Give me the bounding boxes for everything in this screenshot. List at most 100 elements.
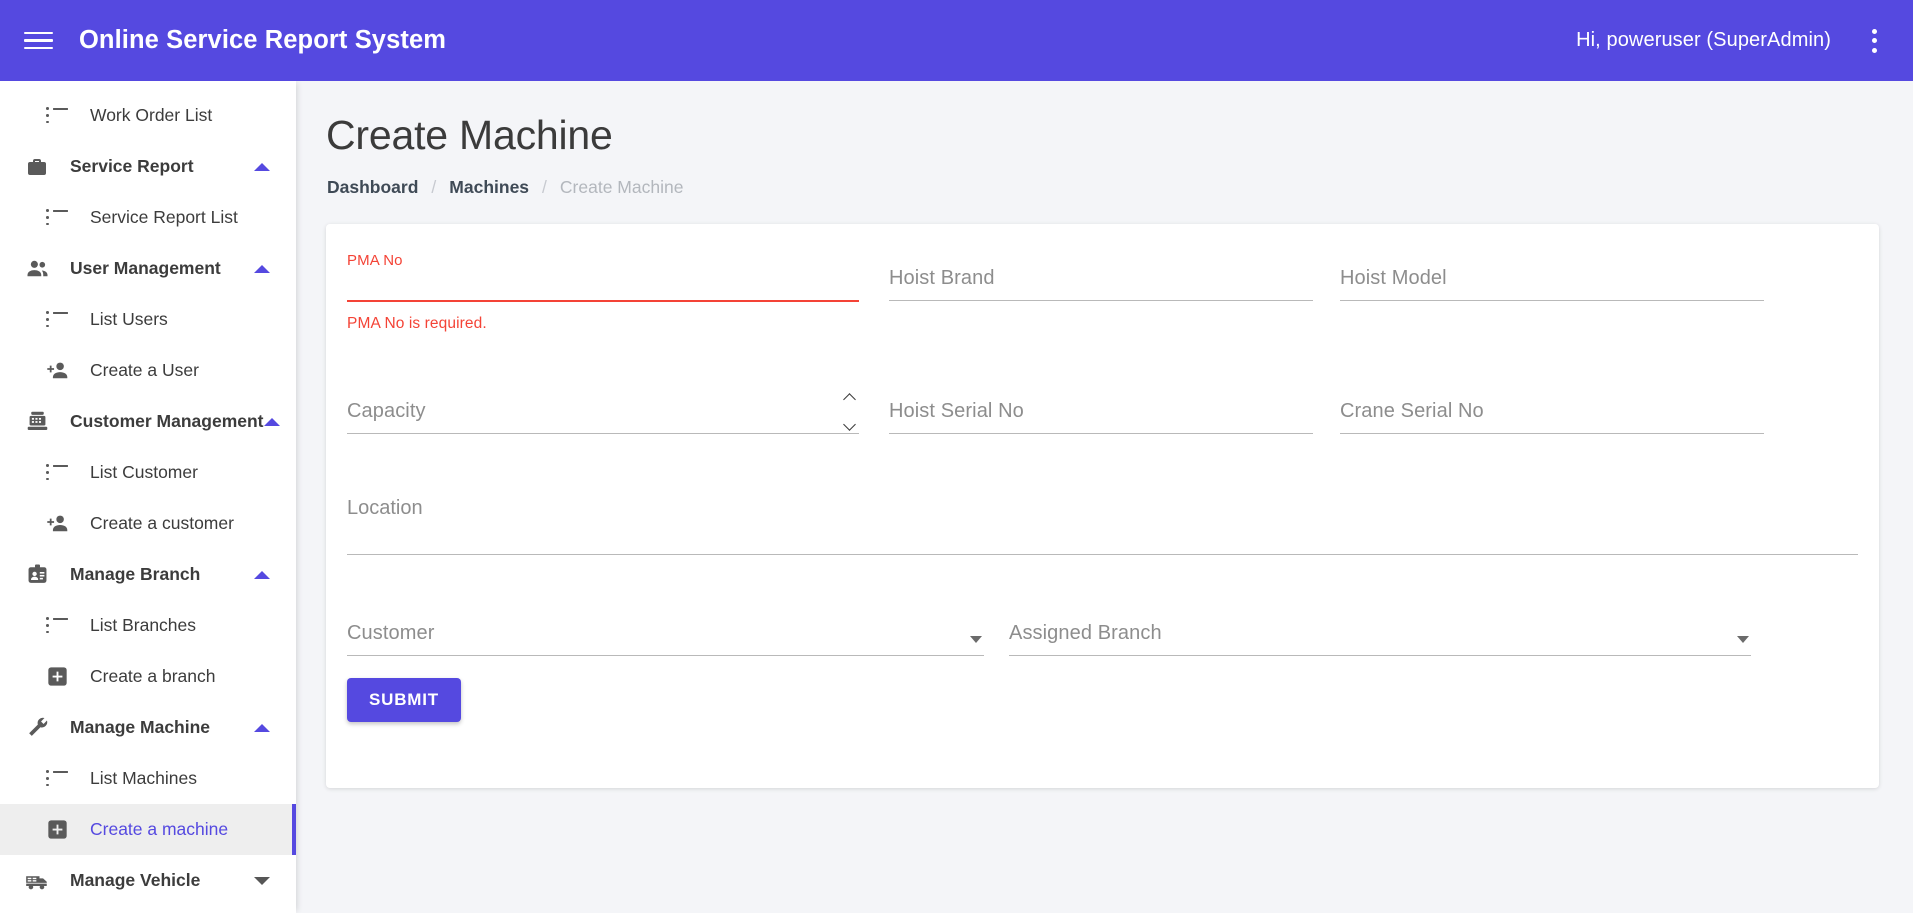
hoist-serial-no-input[interactable] [889, 407, 1313, 433]
chevron-down-icon[interactable] [254, 876, 270, 885]
create-machine-form-card: PMA No PMA No is required. Hoist Brand H… [326, 224, 1879, 788]
capacity-field[interactable]: Capacity [347, 379, 859, 434]
sidebar-item-label: Create a User [90, 359, 199, 380]
hoist-model-group: Hoist Model [1340, 246, 1764, 333]
sidebar-item-create-a-branch[interactable]: Create a branch [0, 651, 296, 702]
dropdown-arrow-icon[interactable] [970, 636, 982, 643]
list-icon [44, 103, 70, 129]
hoist-serial-no-group: Hoist Serial No [889, 379, 1313, 434]
sidebar[interactable]: Work Order List Service Report Service R… [0, 81, 296, 913]
register-icon [24, 409, 50, 435]
more-vert-icon[interactable] [1857, 22, 1891, 60]
sidebar-item-label: List Branches [90, 614, 197, 635]
list-icon [44, 766, 70, 792]
assigned-branch-group: Assigned Branch [1009, 601, 1751, 656]
badge-icon [24, 562, 50, 588]
sidebar-item-user-management[interactable]: User Management [0, 243, 296, 294]
customer-select-value[interactable] [347, 629, 984, 655]
sidebar-item-customer-management[interactable]: Customer Management [0, 396, 296, 447]
breadcrumb: Dashboard / Machines / Create Machine [296, 159, 1913, 198]
sidebar-item-service-report[interactable]: Service Report [0, 141, 296, 192]
crane-serial-no-group: Crane Serial No [1340, 379, 1764, 434]
chevron-down-icon[interactable] [844, 421, 855, 428]
sidebar-item-label: List Machines [90, 767, 197, 788]
crane-serial-no-input[interactable] [1340, 407, 1764, 433]
breadcrumb-item-current: Create Machine [559, 177, 684, 197]
assigned-branch-select-value[interactable] [1009, 629, 1751, 655]
sidebar-item-label: List Customer [90, 461, 198, 482]
dropdown-arrow-icon[interactable] [1737, 636, 1749, 643]
sidebar-item-label: Manage Vehicle [70, 869, 201, 890]
hoist-brand-input[interactable] [889, 274, 1313, 300]
customer-select-field[interactable]: Customer [347, 601, 984, 656]
briefcase-icon [24, 154, 50, 180]
app-root: Online Service Report System Hi, powerus… [0, 0, 1913, 913]
chevron-up-icon[interactable] [844, 394, 855, 401]
sidebar-item-service-report-list[interactable]: Service Report List [0, 192, 296, 243]
crane-serial-no-field[interactable]: Crane Serial No [1340, 379, 1764, 434]
chevron-up-icon[interactable] [254, 570, 270, 579]
hoist-model-underline [1340, 300, 1764, 301]
sidebar-item-label: List Users [90, 308, 168, 329]
location-underline [347, 554, 1858, 555]
sidebar-item-label: Create a machine [90, 818, 229, 839]
sidebar-item-label: Service Report [70, 155, 194, 176]
top-toolbar: Online Service Report System Hi, powerus… [0, 0, 1913, 81]
pma-no-group: PMA No PMA No is required. [347, 246, 859, 333]
pma-no-label: PMA No [347, 252, 403, 269]
sidebar-item-partial[interactable] [0, 906, 296, 913]
capacity-group: Capacity [347, 379, 859, 434]
hoist-serial-no-field[interactable]: Hoist Serial No [889, 379, 1313, 434]
pma-no-field[interactable]: PMA No [347, 246, 859, 302]
van-icon [24, 868, 50, 894]
hamburger-menu-icon[interactable] [24, 26, 54, 56]
chevron-up-icon[interactable] [263, 417, 280, 426]
sidebar-item-work-order-list[interactable]: Work Order List [0, 90, 296, 141]
sidebar-item-list-branches[interactable]: List Branches [0, 600, 296, 651]
sidebar-item-create-a-machine[interactable]: Create a machine [0, 804, 296, 855]
breadcrumb-separator: / [542, 177, 547, 197]
sidebar-item-label: Create a branch [90, 665, 216, 686]
customer-group: Customer [347, 601, 984, 656]
sidebar-item-manage-vehicle[interactable]: Manage Vehicle [0, 855, 296, 906]
add-box-icon [44, 664, 70, 690]
hoist-brand-field[interactable]: Hoist Brand [889, 246, 1313, 301]
breadcrumb-item-machines[interactable]: Machines [449, 177, 529, 198]
capacity-input[interactable] [347, 407, 859, 433]
pma-no-underline [347, 300, 859, 302]
chevron-up-icon[interactable] [254, 162, 270, 171]
sidebar-item-create-a-user[interactable]: Create a User [0, 345, 296, 396]
row-spacer [347, 555, 1858, 601]
person-add-icon [44, 358, 70, 384]
hoist-model-field[interactable]: Hoist Model [1340, 246, 1764, 301]
breadcrumb-item-dashboard[interactable]: Dashboard [327, 177, 418, 198]
app-title: Online Service Report System [79, 26, 447, 54]
list-icon [44, 613, 70, 639]
assigned-branch-select-field[interactable]: Assigned Branch [1009, 601, 1751, 656]
customer-underline [347, 655, 984, 656]
assigned-branch-underline [1009, 655, 1751, 656]
hoist-brand-group: Hoist Brand [889, 246, 1313, 333]
sidebar-item-label: Service Report List [90, 206, 238, 227]
capacity-stepper[interactable] [840, 394, 858, 428]
hoist-model-input[interactable] [1340, 274, 1764, 300]
sidebar-item-create-a-customer[interactable]: Create a customer [0, 498, 296, 549]
sidebar-item-label: User Management [70, 257, 221, 278]
sidebar-item-label: Customer Management [70, 410, 264, 431]
submit-button[interactable]: SUBMIT [347, 678, 461, 722]
location-field[interactable]: Location [347, 464, 1858, 555]
hoist-brand-underline [889, 300, 1313, 301]
sidebar-item-manage-machine[interactable]: Manage Machine [0, 702, 296, 753]
chevron-up-icon[interactable] [254, 264, 270, 273]
sidebar-item-list-customer[interactable]: List Customer [0, 447, 296, 498]
list-icon [44, 205, 70, 231]
pma-no-input[interactable] [347, 274, 859, 300]
sidebar-item-list-users[interactable]: List Users [0, 294, 296, 345]
chevron-up-icon[interactable] [254, 723, 270, 732]
row-spacer [347, 656, 1858, 678]
sidebar-item-label: Create a customer [90, 512, 234, 533]
location-textarea[interactable] [347, 492, 1858, 554]
hoist-serial-no-underline [889, 433, 1313, 434]
sidebar-item-list-machines[interactable]: List Machines [0, 753, 296, 804]
sidebar-item-manage-branch[interactable]: Manage Branch [0, 549, 296, 600]
